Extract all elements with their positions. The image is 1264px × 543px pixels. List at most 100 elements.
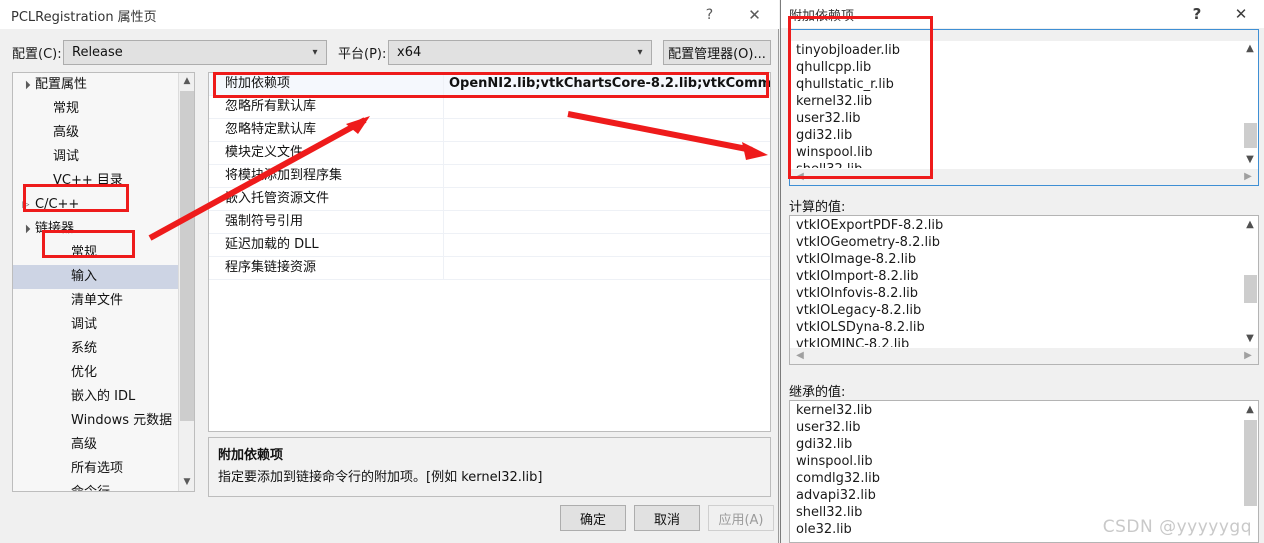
inherited-scroll-thumb[interactable] [1244, 420, 1257, 506]
scroll-left-icon[interactable]: ◀ [792, 348, 808, 364]
tree-vertical-scrollbar[interactable]: ▲ ▼ [178, 73, 194, 491]
inherited-item[interactable]: user32.lib [796, 419, 1242, 436]
property-value[interactable] [444, 188, 770, 210]
property-grid[interactable]: 附加依赖项 OpenNI2.lib;vtkChartsCore-8.2.lib;v… [208, 72, 771, 432]
scroll-up-icon[interactable]: ▲ [179, 73, 194, 90]
scroll-down-icon[interactable]: ▼ [1242, 331, 1258, 347]
evaluated-horizontal-scrollbar[interactable]: ◀ ▶ [790, 347, 1258, 364]
tree-scroll-thumb[interactable] [180, 91, 194, 421]
tree-item-8[interactable]: 输入 [13, 265, 179, 289]
configuration-tree[interactable]: ◢ 配置属性 常规 高级 调试 VC++ 目录 ▷ C/C++ ◢ 链接器 常规 输入 清单文件 调试 系统… [12, 72, 195, 492]
property-value[interactable] [444, 119, 770, 141]
evaluated-item[interactable]: vtkIOImage-8.2.lib [796, 251, 1242, 268]
property-row[interactable]: 附加依赖项 OpenNI2.lib;vtkChartsCore-8.2.lib;v… [209, 73, 770, 96]
tree-item-14[interactable]: Windows 元数据 [13, 409, 179, 433]
dependency-item[interactable]: qhullcpp.lib [796, 59, 1242, 76]
scroll-right-icon[interactable]: ▶ [1240, 348, 1256, 364]
evaluated-item[interactable]: vtkIOGeometry-8.2.lib [796, 234, 1242, 251]
dependencies-edit-box[interactable]: tinyobjloader.lib qhullcpp.lib qhullstatic… [789, 29, 1259, 186]
evaluated-values-box[interactable]: vtkIOExportPDF-8.2.lib vtkIOGeometry-8.2.… [789, 215, 1259, 365]
tree-item-9[interactable]: 清单文件 [13, 289, 179, 313]
configuration-manager-button[interactable]: 配置管理器(O)... [663, 40, 771, 65]
close-icon[interactable]: ✕ [1219, 0, 1263, 28]
property-value[interactable] [444, 211, 770, 233]
scroll-up-icon[interactable]: ▲ [1242, 402, 1258, 418]
property-value[interactable]: OpenNI2.lib;vtkChartsCore-8.2.lib;vtkCom… [444, 73, 770, 95]
scroll-up-icon[interactable]: ▲ [1242, 41, 1258, 57]
configuration-select[interactable]: Release ▾ [63, 40, 327, 65]
dependency-item[interactable]: shell32.lib [796, 161, 1242, 168]
dependency-item[interactable]: winspool.lib [796, 144, 1242, 161]
evaluated-vertical-scrollbar[interactable]: ▲ ▼ [1242, 217, 1258, 347]
twisty-collapsed-icon[interactable]: ▷ [19, 193, 33, 217]
inherited-item[interactable]: winspool.lib [796, 453, 1242, 470]
platform-select[interactable]: x64 ▾ [388, 40, 652, 65]
inherited-item[interactable]: advapi32.lib [796, 487, 1242, 504]
evaluated-scroll-thumb[interactable] [1244, 275, 1257, 303]
tree-item-0[interactable]: ◢ 配置属性 [13, 73, 179, 97]
property-row[interactable]: 程序集链接资源 [209, 257, 770, 280]
scroll-right-icon[interactable]: ▶ [1240, 169, 1256, 185]
evaluated-item[interactable]: vtkIOInfovis-8.2.lib [796, 285, 1242, 302]
property-row[interactable]: 忽略特定默认库 [209, 119, 770, 142]
scroll-up-icon[interactable]: ▲ [1242, 217, 1258, 233]
property-value[interactable] [444, 165, 770, 187]
tree-item-1[interactable]: 常规 [13, 97, 179, 121]
edit-vertical-scrollbar[interactable]: ▲ ▼ [1242, 41, 1258, 168]
tree-item-12[interactable]: 优化 [13, 361, 179, 385]
tree-item-15[interactable]: 高级 [13, 433, 179, 457]
tree-item-label: 常规 [71, 245, 98, 260]
tree-item-13[interactable]: 嵌入的 IDL [13, 385, 179, 409]
tree-item-3[interactable]: 调试 [13, 145, 179, 169]
tree-item-5[interactable]: ▷ C/C++ [13, 193, 179, 217]
evaluated-values-list[interactable]: vtkIOExportPDF-8.2.lib vtkIOGeometry-8.2.… [790, 217, 1242, 347]
property-row[interactable]: 强制符号引用 [209, 211, 770, 234]
property-row[interactable]: 延迟加载的 DLL [209, 234, 770, 257]
ok-button[interactable]: 确定 [560, 505, 626, 531]
dependency-item[interactable]: gdi32.lib [796, 127, 1242, 144]
evaluated-item[interactable]: vtkIOLSDyna-8.2.lib [796, 319, 1242, 336]
evaluated-item[interactable]: vtkIOLegacy-8.2.lib [796, 302, 1242, 319]
dependency-item[interactable]: tinyobjloader.lib [796, 42, 1242, 59]
edit-scroll-thumb[interactable] [1244, 123, 1257, 148]
tree-item-7[interactable]: 常规 [13, 241, 179, 265]
tree-item-label: 高级 [53, 125, 80, 140]
scroll-down-icon[interactable]: ▼ [179, 474, 194, 491]
tree-item-17[interactable]: 命令行 [13, 481, 179, 491]
evaluated-item[interactable]: vtkIOMINC-8.2.lib [796, 336, 1242, 347]
help-icon[interactable]: ? [687, 0, 732, 29]
scroll-down-icon[interactable]: ▼ [1242, 152, 1258, 168]
property-row[interactable]: 模块定义文件 [209, 142, 770, 165]
dependency-item[interactable]: user32.lib [796, 110, 1242, 127]
tree-item-label: 系统 [71, 341, 98, 356]
tree-item-2[interactable]: 高级 [13, 121, 179, 145]
inherited-item[interactable]: kernel32.lib [796, 402, 1242, 419]
tree-item-6[interactable]: ◢ 链接器 [13, 217, 179, 241]
tree-item-16[interactable]: 所有选项 [13, 457, 179, 481]
property-value[interactable] [444, 96, 770, 118]
property-row[interactable]: 嵌入托管资源文件 [209, 188, 770, 211]
property-row[interactable]: 将模块添加到程序集 [209, 165, 770, 188]
tree-item-4[interactable]: VC++ 目录 [13, 169, 179, 193]
configuration-value: Release [72, 45, 123, 60]
tree-item-10[interactable]: 调试 [13, 313, 179, 337]
evaluated-item[interactable]: vtkIOExportPDF-8.2.lib [796, 217, 1242, 234]
platform-label: 平台(P): [338, 47, 387, 62]
scroll-left-icon[interactable]: ◀ [792, 169, 808, 185]
close-icon[interactable]: ✕ [732, 0, 777, 29]
help-icon[interactable]: ? [1175, 0, 1219, 28]
property-value[interactable] [444, 257, 770, 279]
property-value[interactable] [444, 234, 770, 256]
property-row[interactable]: 忽略所有默认库 [209, 96, 770, 119]
evaluated-item[interactable]: vtkIOImport-8.2.lib [796, 268, 1242, 285]
tree-item-11[interactable]: 系统 [13, 337, 179, 361]
property-value[interactable] [444, 142, 770, 164]
dependencies-edit-list[interactable]: tinyobjloader.lib qhullcpp.lib qhullstatic… [790, 41, 1242, 168]
edit-horizontal-scrollbar[interactable]: ◀ ▶ [790, 168, 1258, 185]
dependency-item[interactable]: kernel32.lib [796, 93, 1242, 110]
dependency-item[interactable]: qhullstatic_r.lib [796, 76, 1242, 93]
inherited-item[interactable]: comdlg32.lib [796, 470, 1242, 487]
configuration-label: 配置(C): [12, 47, 62, 62]
inherited-item[interactable]: gdi32.lib [796, 436, 1242, 453]
cancel-button[interactable]: 取消 [634, 505, 700, 531]
